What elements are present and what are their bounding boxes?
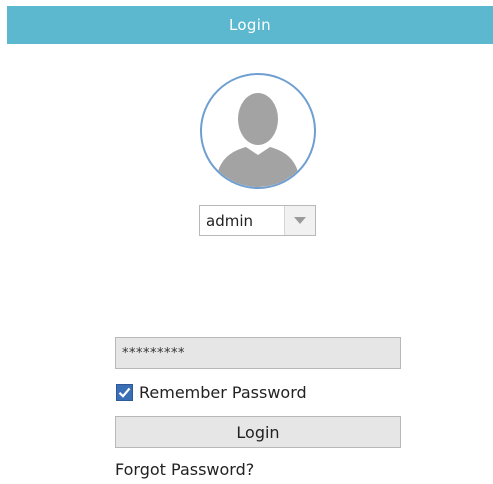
login-button[interactable]: Login [115, 416, 401, 448]
remember-checkbox[interactable] [116, 383, 133, 401]
triangle-down-icon [294, 216, 306, 224]
forgot-password-label: Forgot Password? [115, 460, 255, 479]
forgot-password-link[interactable]: Forgot Password? [115, 460, 254, 479]
user-silhouette-icon [216, 93, 300, 187]
login-button-label: Login [236, 422, 280, 442]
password-field[interactable]: ********* [115, 337, 401, 369]
password-value: ********* [122, 345, 185, 361]
window-title: Login [229, 16, 271, 34]
remember-password[interactable]: Remember Password [116, 381, 307, 403]
username-value: admin [206, 211, 253, 230]
avatar [200, 73, 316, 189]
login-page: Login admin ********* Remember Password … [0, 0, 493, 484]
dropdown-toggle[interactable] [284, 206, 315, 235]
checkmark-icon [118, 387, 131, 398]
titlebar: Login [7, 6, 493, 44]
remember-label: Remember Password [139, 382, 307, 402]
username-select[interactable]: admin [199, 205, 316, 236]
